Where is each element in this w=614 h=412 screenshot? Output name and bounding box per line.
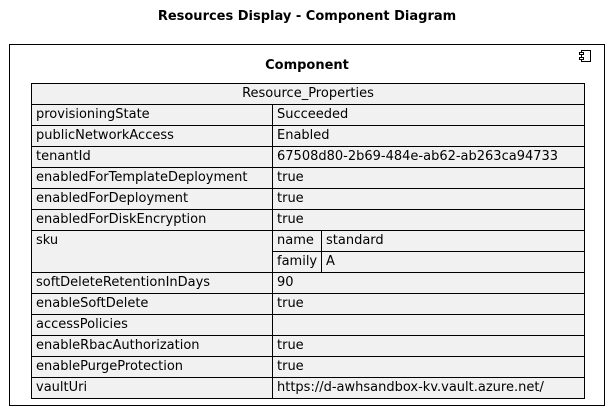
property-key: enableSoftDelete <box>31 293 273 315</box>
property-value: Enabled <box>272 125 585 147</box>
property-value: true <box>272 293 585 315</box>
table-row-sku: sku name standard family A <box>31 230 585 273</box>
property-value: true <box>272 356 585 378</box>
sku-nested-table: name standard family A <box>273 231 584 272</box>
table-title: Resource_Properties <box>31 83 585 105</box>
property-key: provisioningState <box>31 104 273 126</box>
table-row: vaultUri https://d-awhsandbox-kv.vault.a… <box>31 377 585 399</box>
property-value: Succeeded <box>272 104 585 126</box>
property-key: sku <box>31 230 273 273</box>
table-row: enabledForDeployment true <box>31 188 585 210</box>
property-value <box>272 314 585 336</box>
diagram-title: Resources Display - Component Diagram <box>157 9 457 24</box>
property-value: true <box>272 188 585 210</box>
property-key: publicNetworkAccess <box>31 125 273 147</box>
table-row: publicNetworkAccess Enabled <box>31 125 585 147</box>
table-row: enableSoftDelete true <box>31 293 585 315</box>
sku-nested-cell: name standard family A <box>272 230 585 273</box>
nested-row: name standard <box>273 231 584 252</box>
table-row: tenantId 67508d80-2b69-484e-ab62-ab263ca… <box>31 146 585 168</box>
property-key: enabledForTemplateDeployment <box>31 167 273 189</box>
nested-value: standard <box>326 233 384 248</box>
property-value: true <box>272 167 585 189</box>
property-value: true <box>272 209 585 231</box>
property-key: enabledForDiskEncryption <box>31 209 273 231</box>
nested-key: family <box>273 251 322 272</box>
property-key: accessPolicies <box>31 314 273 336</box>
property-key: enablePurgeProtection <box>31 356 273 378</box>
table-row: enabledForDiskEncryption true <box>31 209 585 231</box>
property-value: true <box>272 335 585 357</box>
resource-properties-table: Resource_Properties provisioningState Su… <box>31 83 585 399</box>
table-row: softDeleteRetentionInDays 90 <box>31 272 585 294</box>
property-value: 90 <box>272 272 585 294</box>
property-key: softDeleteRetentionInDays <box>31 272 273 294</box>
property-key: vaultUri <box>31 377 273 399</box>
component-name: Component <box>265 58 349 73</box>
table-row: enabledForTemplateDeployment true <box>31 167 585 189</box>
nested-value: A <box>321 251 584 272</box>
nested-row: family A <box>273 251 584 272</box>
nested-key: name <box>273 231 322 252</box>
table-row: enablePurgeProtection true <box>31 356 585 378</box>
property-value: 67508d80-2b69-484e-ab62-ab263ca94733 <box>272 146 585 168</box>
table-row: accessPolicies <box>31 314 585 336</box>
property-key: tenantId <box>31 146 273 168</box>
property-value: https://d-awhsandbox-kv.vault.azure.net/ <box>272 377 585 399</box>
table-row: provisioningState Succeeded <box>31 104 585 126</box>
table-row: enableRbacAuthorization true <box>31 335 585 357</box>
property-key: enableRbacAuthorization <box>31 335 273 357</box>
property-key: enabledForDeployment <box>31 188 273 210</box>
